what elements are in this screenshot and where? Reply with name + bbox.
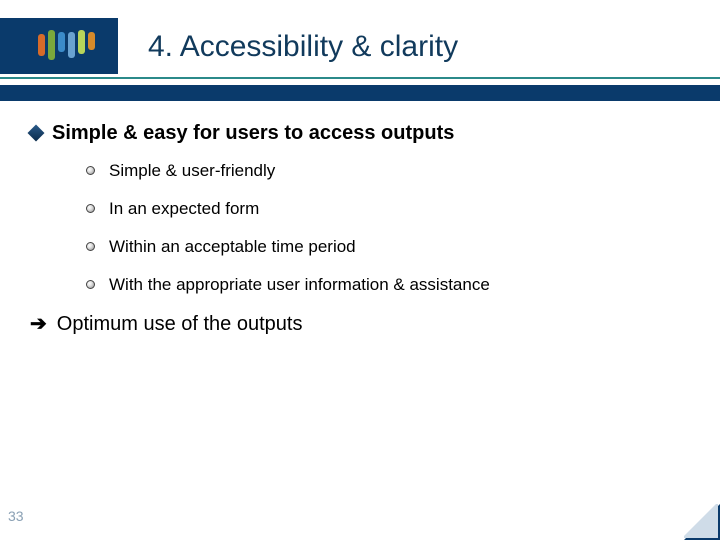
slide-content: Simple & easy for users to access output… — [30, 122, 690, 336]
sub-bullet: With the appropriate user information & … — [86, 275, 690, 295]
slide-number: 33 — [8, 508, 24, 524]
main-bullet: Simple & easy for users to access output… — [30, 122, 690, 145]
header-band — [0, 85, 720, 101]
circle-bullet-icon — [86, 204, 95, 213]
conclusion-text: Optimum use of the outputs — [57, 313, 303, 336]
logo-bars-icon — [38, 22, 95, 62]
conclusion-row: ➔ Optimum use of the outputs — [30, 313, 690, 336]
sub-bullet-text: Within an acceptable time period — [109, 237, 356, 257]
circle-bullet-icon — [86, 280, 95, 289]
slide-title: 4. Accessibility & clarity — [148, 30, 458, 64]
main-bullet-text: Simple & easy for users to access output… — [52, 122, 454, 145]
page-curl-icon — [684, 504, 720, 540]
circle-bullet-icon — [86, 166, 95, 175]
sub-bullet: Simple & user-friendly — [86, 161, 690, 181]
diamond-bullet-icon — [28, 125, 45, 142]
arrow-right-icon: ➔ — [30, 314, 47, 334]
circle-bullet-icon — [86, 242, 95, 251]
sub-bullet-text: With the appropriate user information & … — [109, 275, 490, 295]
sub-bullet-text: Simple & user-friendly — [109, 161, 275, 181]
title-underline — [0, 77, 720, 79]
sub-bullet: Within an acceptable time period — [86, 237, 690, 257]
sub-bullet-list: Simple & user-friendly In an expected fo… — [86, 161, 690, 295]
sub-bullet: In an expected form — [86, 199, 690, 219]
sub-bullet-text: In an expected form — [109, 199, 259, 219]
